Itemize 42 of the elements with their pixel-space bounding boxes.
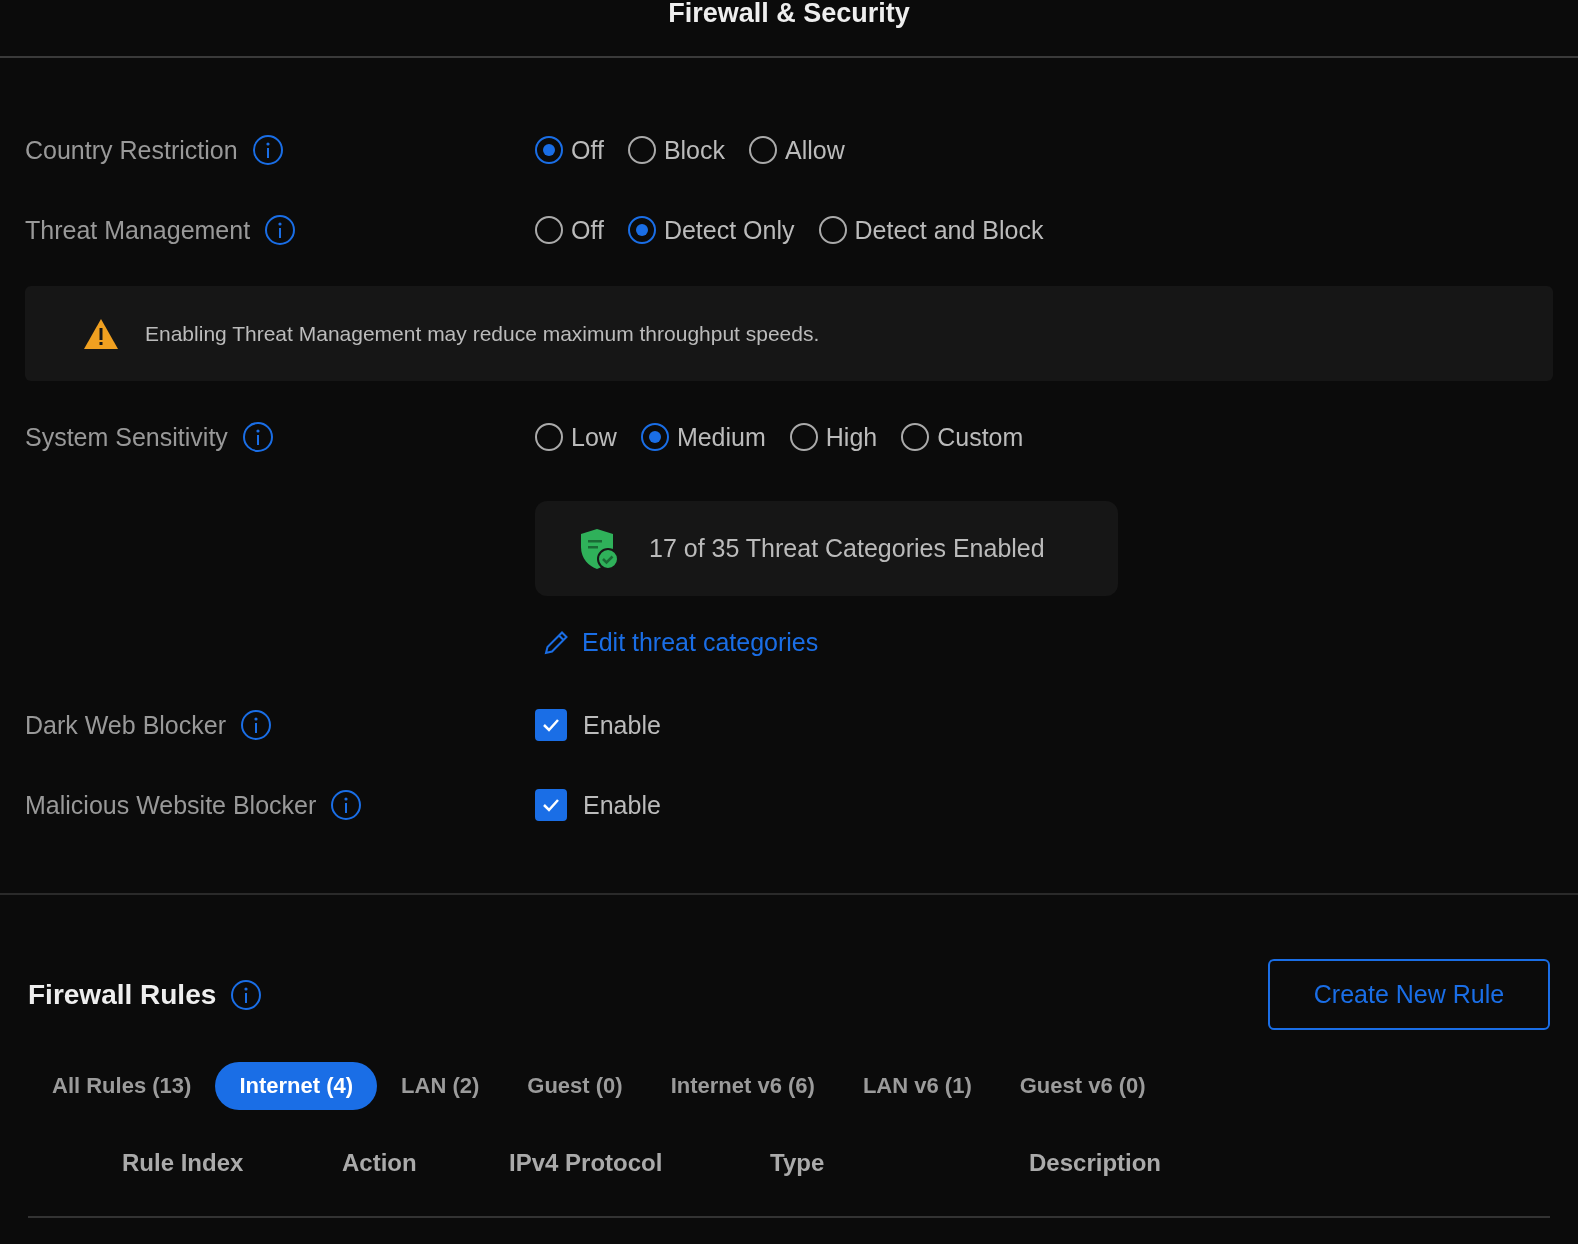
info-icon[interactable] [264,214,297,246]
setting-label: Country Restriction [25,135,238,165]
radio-option[interactable]: Medium [640,422,766,452]
setting-label: Threat Management [25,215,251,245]
section-title: Firewall Rules [28,978,217,1011]
column-header: IPv4 Protocol [509,1149,664,1177]
filter-tab[interactable]: LAN (2) [377,1062,504,1110]
info-icon[interactable] [251,134,284,166]
radio-option[interactable]: Detect Only [627,215,795,245]
warning-text: Enabling Threat Management may reduce maximum throughput speeds. [145,321,820,346]
summary-text: 17 of 35 Threat Categories Enabled [649,534,1045,563]
radio-option[interactable]: Off [535,135,604,165]
radio-option[interactable]: Detect and Block [818,215,1044,245]
column-header: Rule Index [122,1149,245,1177]
setting-label: Malicious Website Blocker [25,790,317,820]
radio-option[interactable]: Off [535,215,604,245]
edit-link[interactable]: Edit threat categories [542,628,819,657]
info-icon[interactable] [240,709,272,741]
setting-label: Dark Web Blocker [25,710,226,740]
info-icon[interactable] [241,421,274,453]
checkbox-option[interactable]: Enable [535,789,661,821]
checkbox-option[interactable]: Enable [535,709,661,741]
radio-option[interactable]: Allow [749,135,845,165]
column-header: Type [770,1149,826,1177]
radio-option[interactable]: Block [627,135,726,165]
column-header: Action [342,1149,418,1177]
info-icon[interactable] [230,978,263,1011]
setting-label: System Sensitivity [25,422,228,452]
filter-tab[interactable]: LAN v6 (1) [838,1062,996,1110]
radio-option[interactable]: High [789,422,878,452]
column-header: Description [1029,1149,1163,1177]
filter-tab[interactable]: Internet (4) [215,1062,378,1110]
radio-option[interactable]: Low [535,422,617,452]
filter-tab[interactable]: Guest (0) [503,1062,647,1110]
radio-option[interactable]: Custom [901,422,1024,452]
info-icon[interactable] [330,789,363,821]
page-title: Firewall & Security [668,0,910,29]
filter-tab[interactable]: Internet v6 (6) [646,1062,839,1110]
warning-icon [83,317,119,350]
create-rule-button[interactable]: Create New Rule [1268,959,1550,1030]
filter-tab[interactable]: All Rules (13) [28,1062,216,1110]
filter-tab[interactable]: Guest v6 (0) [995,1062,1170,1110]
